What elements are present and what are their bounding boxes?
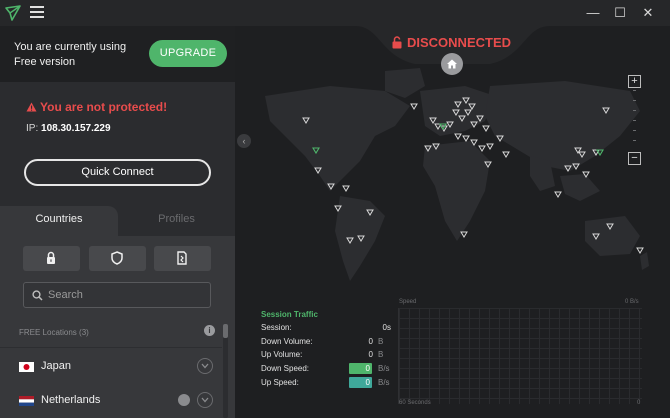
country-name: Japan	[41, 360, 71, 372]
secure-core-filter-button[interactable]	[23, 246, 80, 271]
zoom-in-button[interactable]: +	[628, 75, 641, 88]
home-button[interactable]	[441, 53, 463, 75]
countries-panel: FREE Locations (3) i Japan Netherlands	[0, 236, 235, 418]
up-speed-row: Up Speed: 0 B/s	[261, 376, 390, 388]
country-row-netherlands[interactable]: Netherlands	[0, 383, 222, 417]
quick-connect-button[interactable]: Quick Connect	[24, 159, 211, 186]
search-input[interactable]	[48, 287, 203, 303]
info-icon[interactable]: i	[204, 325, 215, 336]
tab-countries[interactable]: Countries	[0, 206, 118, 236]
speed-graph-max: 0 B/s	[625, 299, 639, 305]
lock-icon	[47, 251, 55, 264]
warning-icon	[26, 102, 37, 112]
close-button[interactable]: ✕	[637, 4, 659, 22]
expand-chevron-button[interactable]	[197, 358, 213, 374]
free-version-notice: You are currently using Free version	[14, 41, 127, 68]
speed-graph-zero-label: 0	[637, 400, 641, 406]
free-locations-header: FREE Locations (3)	[19, 328, 89, 337]
upgrade-section: You are currently using Free version UPG…	[0, 26, 235, 82]
down-speed-row: Down Speed: 0 B/s	[261, 363, 390, 375]
maximize-button[interactable]: ☐	[609, 4, 631, 22]
speed-graph-label: Speed	[399, 299, 417, 305]
tor-filter-button[interactable]	[154, 246, 211, 271]
status-label: DISCONNECTED	[407, 35, 512, 50]
speed-graph	[398, 308, 642, 404]
unlock-icon	[392, 36, 402, 49]
not-protected-warning: You are not protected!	[26, 100, 167, 114]
speed-graph-time-label: 60 Seconds	[399, 400, 431, 406]
menu-icon[interactable]	[30, 6, 44, 20]
search-box[interactable]	[23, 282, 211, 308]
protonvpn-logo-icon	[5, 5, 21, 21]
upgrade-button[interactable]: UPGRADE	[149, 40, 227, 67]
chevron-down-icon	[201, 397, 209, 403]
home-icon	[447, 59, 457, 69]
divider	[0, 347, 222, 348]
session-traffic-panel: Session Traffic Session: 0s Down Volume:…	[261, 310, 391, 391]
netherlands-flag-icon	[19, 396, 34, 406]
title-bar: — ☐ ✕	[0, 0, 670, 26]
collapse-sidebar-button[interactable]: ‹	[237, 134, 251, 148]
sidebar-tabs: Countries Profiles	[0, 206, 235, 236]
minimize-button[interactable]: —	[582, 4, 604, 22]
session-row: Session: 0s	[261, 323, 391, 332]
zoom-slider[interactable]	[633, 90, 636, 150]
ip-address: IP: 108.30.157.229	[26, 123, 111, 134]
sidebar: You are currently using Free version UPG…	[0, 26, 235, 418]
session-traffic-title: Session Traffic	[261, 310, 318, 319]
file-icon	[177, 251, 187, 265]
scrollbar-thumb[interactable]	[223, 324, 228, 338]
up-volume-row: Up Volume: 0 B	[261, 350, 384, 360]
search-icon	[32, 290, 43, 301]
chevron-down-icon	[201, 363, 209, 369]
country-row-japan[interactable]: Japan	[0, 349, 222, 383]
country-name: Netherlands	[41, 394, 101, 406]
p2p-icon	[178, 394, 190, 406]
down-volume-row: Down Volume: 0 B	[261, 336, 384, 346]
connection-status: DISCONNECTED	[385, 34, 520, 54]
world-map[interactable]: DISCONNECTED ‹ + − Session Traffic Sessi…	[235, 26, 670, 418]
zoom-out-button[interactable]: −	[628, 152, 641, 165]
tab-profiles[interactable]: Profiles	[118, 206, 235, 236]
shield-icon	[111, 251, 123, 265]
japan-flag-icon	[19, 362, 34, 372]
expand-chevron-button[interactable]	[197, 392, 213, 408]
shield-filter-button[interactable]	[89, 246, 146, 271]
scrollbar[interactable]	[223, 324, 228, 418]
